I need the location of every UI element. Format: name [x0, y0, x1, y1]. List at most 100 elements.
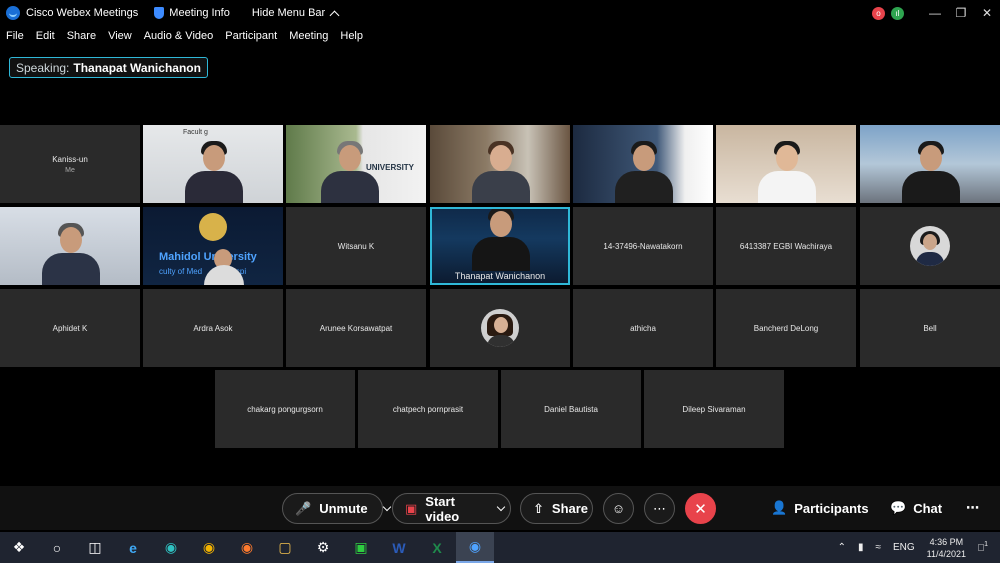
menu-meeting[interactable]: Meeting [289, 30, 328, 42]
close-icon: ✕ [694, 500, 707, 518]
active-speaker-tile[interactable]: Thanapat Wanichanon [430, 207, 570, 285]
video-tile[interactable] [860, 125, 1000, 203]
participant-tile[interactable] [430, 289, 570, 367]
participant-sub: Me [65, 166, 75, 174]
webex-taskbar-icon[interactable]: ◉ [456, 532, 494, 563]
file-explorer-icon[interactable]: ▢ [266, 532, 304, 563]
participant-tile[interactable]: chatpech pornprasit [358, 370, 498, 448]
participant-tile[interactable] [860, 207, 1000, 285]
participant-tile[interactable]: Daniel Bautista [501, 370, 641, 448]
more-options-button[interactable]: ⋯ [644, 493, 675, 524]
window-controls: o ıl — ❐ ✕ [872, 0, 1000, 26]
word-icon[interactable]: W [380, 532, 418, 563]
connection-status-icon[interactable]: ıl [891, 6, 904, 20]
participant-tile[interactable]: Arunee Korsawatpat [286, 289, 426, 367]
minimize-icon[interactable]: — [922, 0, 948, 26]
participant-tile[interactable]: 6413387 EGBI Wachiraya [716, 207, 856, 285]
participant-tile[interactable]: Bell [860, 289, 1000, 367]
participant-name: Arunee Korsawatpat [319, 323, 393, 333]
participant-name: Bancherd DeLong [753, 323, 819, 333]
windows-start-icon[interactable]: ❖ [0, 532, 38, 563]
participant-name: 14-37496-Nawatakorn [603, 241, 683, 251]
participant-tile[interactable]: Ardra Asok [143, 289, 283, 367]
more-dots-icon: ⋯ [653, 500, 666, 516]
participant-name: Witsanu K [337, 241, 375, 251]
share-label: Share [551, 501, 589, 516]
hide-menu-bar-button[interactable]: Hide Menu Bar [251, 7, 340, 20]
chrome-icon[interactable]: ◉ [190, 532, 228, 563]
settings-gear-icon[interactable]: ⚙ [304, 532, 342, 563]
wifi-icon[interactable]: ≈ [876, 542, 882, 553]
menu-file[interactable]: File [6, 30, 24, 42]
app-title: Cisco Webex Meetings [6, 6, 138, 20]
menu-bar: File Edit Share View Audio & Video Parti… [0, 26, 1000, 46]
video-text: Facult g [183, 129, 208, 136]
clock-date: 11/4/2021 [926, 548, 967, 559]
start-video-label: Start video [425, 493, 460, 524]
search-icon[interactable]: ○ [38, 532, 76, 563]
menu-share[interactable]: Share [67, 30, 96, 42]
participant-name: Daniel Bautista [544, 404, 598, 414]
participant-name: Dileep Sivaraman [682, 404, 746, 414]
internet-explorer-icon[interactable]: e [114, 532, 152, 563]
participant-name: Kaniss-un [52, 154, 88, 164]
meeting-info-label: Meeting Info [169, 7, 230, 19]
start-video-button[interactable]: ▣ Start video [392, 493, 511, 524]
video-tile[interactable]: UNIVERSITY [286, 125, 426, 203]
participant-tile[interactable]: Bancherd DeLong [716, 289, 856, 367]
chevron-down-icon [496, 502, 506, 512]
participant-name: Ardra Asok [193, 323, 233, 333]
battery-icon[interactable]: ▮ [858, 542, 864, 553]
video-tile[interactable]: Mahidol University culty of Med ali Hosp… [143, 207, 283, 285]
meeting-controls: 🎤 Unmute ▣ Start video ⇧ Share ☺ ⋯ ✕ 👤 P… [0, 486, 1000, 530]
unmute-button[interactable]: 🎤 Unmute [282, 493, 391, 524]
participants-label: Participants [794, 500, 869, 516]
line-app-icon[interactable]: ▣ [342, 532, 380, 563]
menu-participant[interactable]: Participant [225, 30, 277, 42]
participant-tile[interactable]: Dileep Sivaraman [644, 370, 784, 448]
leave-meeting-button[interactable]: ✕ [685, 493, 716, 524]
video-tile[interactable] [573, 125, 713, 203]
participants-button[interactable]: 👤 Participants [771, 500, 869, 516]
hide-menu-label: Hide Menu Bar [251, 7, 326, 19]
language-indicator[interactable]: ENG [893, 542, 915, 553]
menu-edit[interactable]: Edit [36, 30, 55, 42]
firefox-icon[interactable]: ◉ [228, 532, 266, 563]
speaker-name: Thanapat Wanichanon [73, 60, 201, 75]
chevron-down-icon [382, 502, 391, 512]
mic-muted-icon: 🎤 [295, 500, 312, 516]
video-tile[interactable] [716, 125, 856, 203]
clock[interactable]: 4:36 PM 11/4/2021 [927, 536, 966, 560]
task-view-icon[interactable]: ◫ [76, 532, 114, 563]
recording-status-icon[interactable]: o [872, 6, 885, 20]
notifications-icon[interactable]: □1 [978, 541, 988, 553]
chevron-up-icon[interactable]: ⌃ [838, 542, 846, 553]
chat-button[interactable]: 💬 Chat [890, 500, 942, 516]
menu-audio-video[interactable]: Audio & Video [144, 30, 214, 42]
shield-icon [154, 7, 165, 19]
edge-icon[interactable]: ◉ [152, 532, 190, 563]
clock-time: 4:36 PM [929, 536, 964, 547]
excel-icon[interactable]: X [418, 532, 456, 563]
menu-help[interactable]: Help [340, 30, 363, 42]
participant-tile[interactable]: 14-37496-Nawatakorn [573, 207, 713, 285]
restore-icon[interactable]: ❐ [948, 0, 974, 26]
participant-tile-self[interactable]: Kaniss-un Me [0, 125, 140, 203]
video-options-dropdown[interactable] [492, 494, 510, 523]
menu-view[interactable]: View [108, 30, 132, 42]
video-tile[interactable] [430, 125, 570, 203]
close-icon[interactable]: ✕ [974, 0, 1000, 26]
video-off-icon: ▣ [405, 500, 418, 516]
participant-tile[interactable]: athicha [573, 289, 713, 367]
participant-name: athicha [630, 323, 656, 333]
panel-options-button[interactable]: ⋯ [966, 500, 979, 516]
unmute-label: Unmute [319, 501, 368, 516]
video-tile[interactable]: Facult g [143, 125, 283, 203]
participant-tile[interactable]: chakarg pongurgsorn [215, 370, 355, 448]
participant-tile[interactable]: Witsanu K [286, 207, 426, 285]
reactions-button[interactable]: ☺ [603, 493, 634, 524]
share-button[interactable]: ⇧ Share [520, 493, 593, 524]
meeting-info-button[interactable]: Meeting Info [154, 7, 230, 19]
video-tile[interactable] [0, 207, 140, 285]
participant-tile[interactable]: Aphidet K [0, 289, 140, 367]
